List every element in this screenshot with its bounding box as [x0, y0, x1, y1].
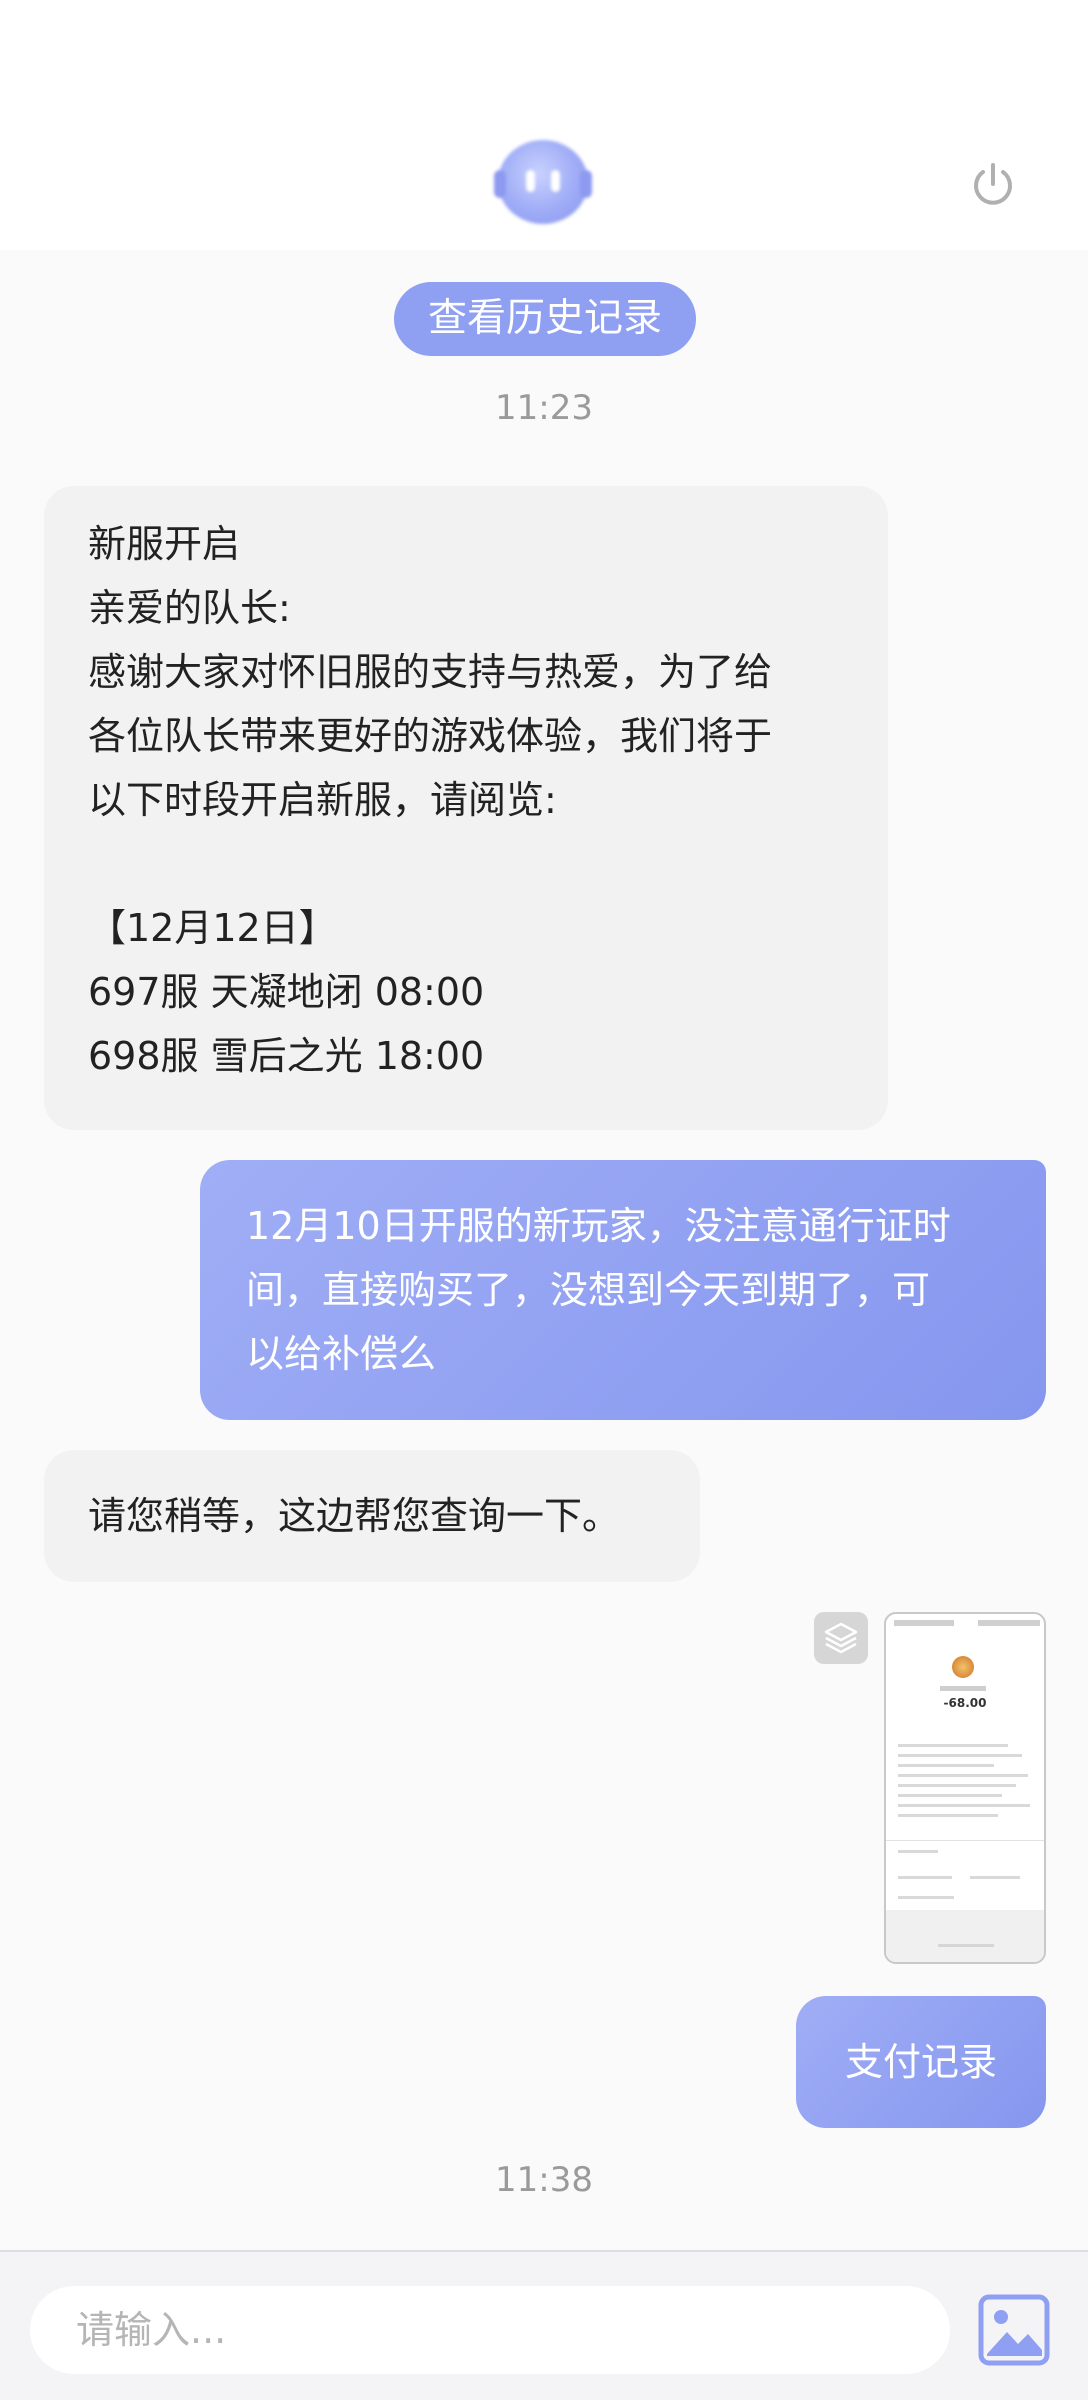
thumb-detail-row — [898, 1784, 1016, 1787]
avatar-right-eye — [551, 170, 560, 192]
thumb-detail-row — [898, 1876, 952, 1879]
thumb-status-icons — [978, 1620, 1040, 1626]
message-line: 新服开启 — [88, 522, 241, 566]
thumb-detail-row — [898, 1850, 938, 1853]
message-sent: 12月10日开服的新玩家，没注意通行证时 间，直接购买了，没想到今天到期了，可 … — [200, 1160, 1046, 1420]
message-line: 各位队长带来更好的游戏体验，我们将于 — [88, 714, 773, 758]
message-received: 请您稍等，这边帮您查询一下。 — [44, 1450, 700, 1582]
message-line: 12月10日开服的新玩家，没注意通行证时 — [246, 1204, 951, 1248]
chat-header — [0, 0, 1088, 250]
thumb-detail-row — [898, 1794, 1002, 1797]
message-line: 请您稍等，这边帮您查询一下。 — [88, 1494, 621, 1538]
thumb-detail-row — [898, 1744, 1008, 1747]
thumb-divider — [886, 1840, 1044, 1841]
view-history-button[interactable]: 查看历史记录 — [394, 282, 696, 356]
avatar-left-ear — [494, 170, 506, 198]
timestamp: 11:38 — [495, 2160, 593, 2200]
avatar-right-ear — [580, 170, 592, 198]
message-line: 697服 天凝地闭 08:00 — [88, 970, 485, 1014]
message-line: 698服 雪后之光 18:00 — [88, 1034, 485, 1078]
power-icon[interactable] — [968, 160, 1018, 210]
thumb-detail-row — [898, 1814, 998, 1817]
support-bot-avatar-icon — [494, 140, 592, 224]
input-bar: 请输入... — [0, 2250, 1088, 2400]
layers-icon[interactable] — [814, 1612, 868, 1664]
message-line: 【12月12日】 — [88, 906, 337, 950]
message-line: 亲爱的队长: — [88, 586, 291, 630]
thumb-detail-row — [898, 1896, 954, 1899]
thumb-status-bar — [894, 1620, 954, 1626]
message-sent: 支付记录 — [796, 1996, 1046, 2128]
payment-screenshot-thumbnail[interactable]: -68.00 — [884, 1612, 1046, 1964]
thumb-detail-row — [898, 1804, 1030, 1807]
thumb-amount: -68.00 — [943, 1696, 987, 1710]
thumb-detail-row — [898, 1764, 994, 1767]
timestamp: 11:23 — [495, 388, 593, 428]
thumb-detail-row — [898, 1754, 1022, 1757]
message-line: 支付记录 — [844, 2040, 997, 2084]
avatar-left-eye — [526, 170, 535, 192]
thumb-merchant-name — [940, 1686, 986, 1691]
image-icon[interactable] — [978, 2294, 1050, 2366]
thumb-footer-text — [938, 1944, 994, 1947]
layers-icon-graphic — [824, 1622, 858, 1654]
message-received: 新服开启 亲爱的队长: 感谢大家对怀旧服的支持与热爱，为了给 各位队长带来更好的… — [44, 486, 888, 1130]
message-line: 以下时段开启新服，请阅览: — [88, 778, 557, 822]
message-line: 感谢大家对怀旧服的支持与热爱，为了给 — [88, 650, 773, 694]
message-line — [88, 832, 844, 896]
message-line: 间，直接购买了，没想到今天到期了，可 — [246, 1268, 931, 1312]
thumb-merchant-avatar — [952, 1656, 974, 1678]
thumb-detail-row — [898, 1774, 1028, 1777]
message-line: 以给补偿么 — [246, 1332, 437, 1376]
thumb-detail-row — [970, 1876, 1020, 1879]
thumb-footer — [886, 1910, 1044, 1962]
message-input[interactable]: 请输入... — [30, 2286, 950, 2374]
